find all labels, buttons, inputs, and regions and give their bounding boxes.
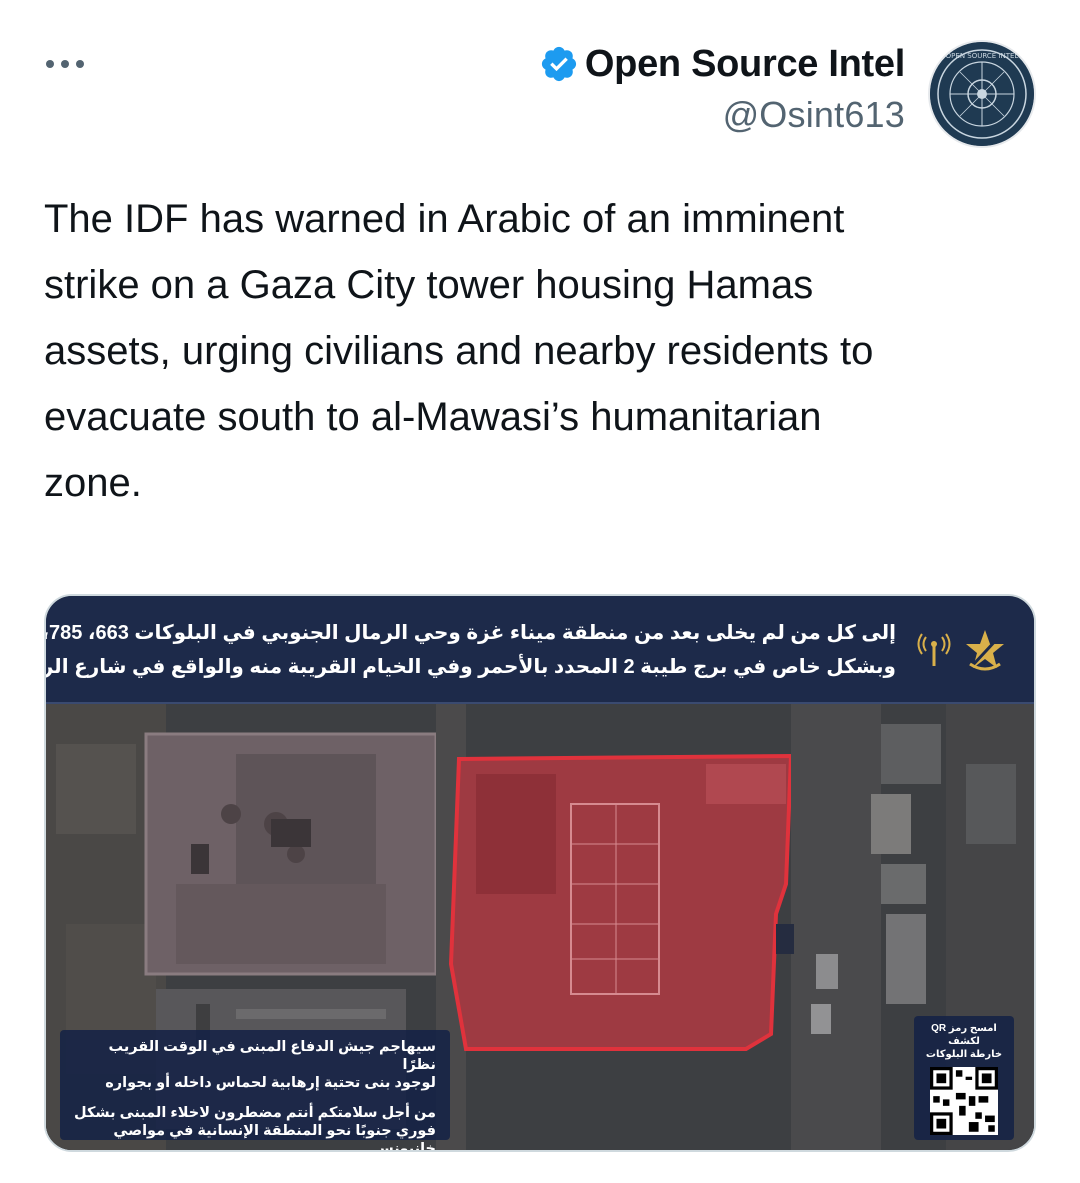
caption-line3: من أجل سلامتكم أنتم مضطرون لاخلاء المبنى… [74,1105,436,1121]
author-block[interactable]: Open Source Intel @Osint613 [539,40,905,136]
banner-text-line2: وبشكل خاص في برج طيبة 2 المحدد بالأحمر و… [44,656,896,678]
satellite-image: سيهاجم جيش الدفاع المبنى في الوقت القريب… [46,704,1034,1150]
qr-label-line1: امسح رمز QR لكشف [931,1023,997,1047]
warning-banner: إلى كل من لم يخلى بعد من منطقة ميناء غزة… [46,596,1034,704]
author-name-row: Open Source Intel [539,40,905,88]
more-dot [76,60,84,68]
author-display-name[interactable]: Open Source Intel [585,43,905,86]
qr-panel: امسح رمز QR لكشف خارطة البلوكات [914,1016,1014,1140]
caption-line2: لوجود بنى تحتية إرهابية لحماس داخله أو ب… [105,1075,436,1091]
qr-label-line2: خارطة البلوكات [925,1049,1003,1060]
antenna-broadcast-icon [917,633,951,666]
more-dot [61,60,69,68]
osint-logo-avatar: OPEN SOURCE INTEL [930,42,1034,146]
caption-line1: سيهاجم جيش الدفاع المبنى في الوقت القريب… [108,1039,436,1073]
banner-text-line1: إلى كل من لم يخلى بعد من منطقة ميناء غزة… [46,622,896,644]
avatar[interactable]: OPEN SOURCE INTEL [928,40,1036,148]
caption-line4: فوري جنوبًا نحو المنطقة الإنسانية في موا… [113,1123,436,1152]
tweet: Open Source Intel @Osint613 OPEN SOURCE … [0,0,1080,1183]
tweet-media-image[interactable]: إلى كل من لم يخلى بعد من منطقة ميناء غزة… [44,594,1036,1152]
more-options-button[interactable] [46,52,94,76]
evacuation-caption: سيهاجم جيش الدفاع المبنى في الوقت القريب… [60,1030,450,1150]
idf-emblem-icon [966,630,1004,671]
author-handle[interactable]: @Osint613 [539,94,905,136]
avatar-text: OPEN SOURCE INTEL [946,52,1019,60]
verified-badge-icon [541,46,577,82]
qr-code-icon [930,1067,998,1135]
tweet-text: The IDF has warned in Arabic of an immin… [44,197,874,505]
more-horizontal-icon [46,60,54,68]
